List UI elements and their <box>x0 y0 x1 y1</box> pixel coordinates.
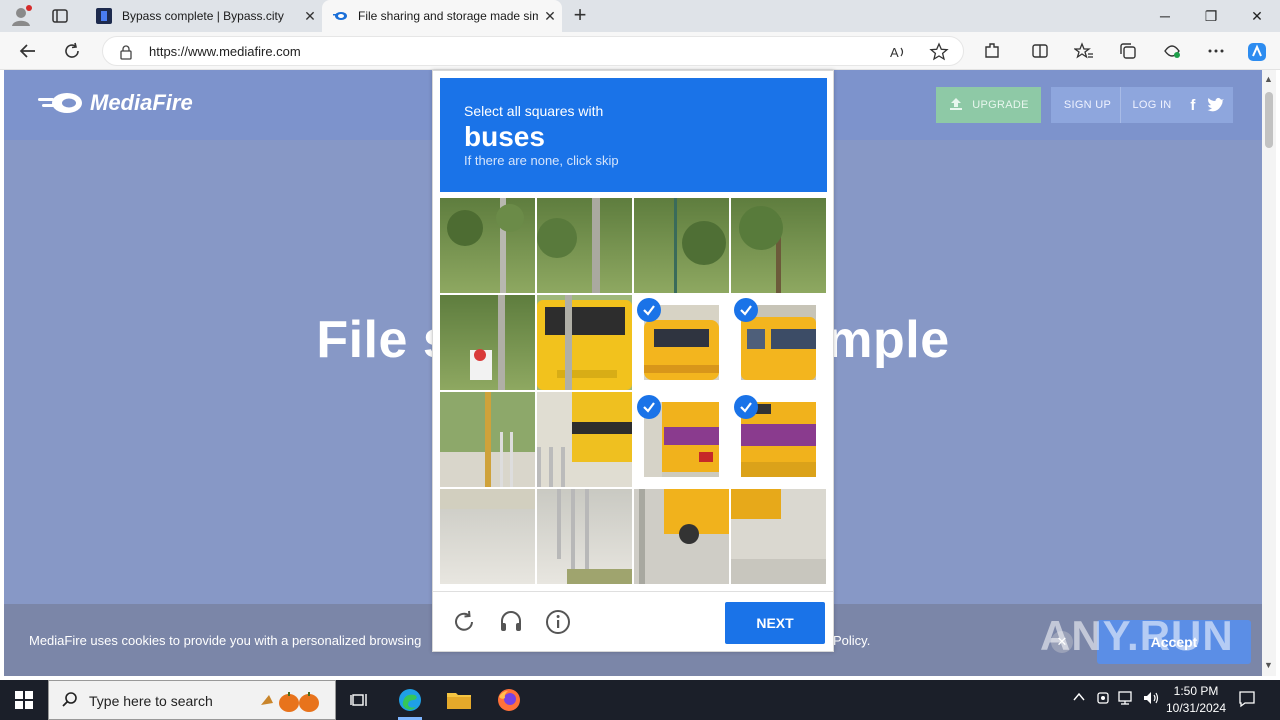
clock-date: 10/31/2024 <box>1165 701 1227 715</box>
bypass-favicon-icon <box>96 8 112 24</box>
watermark: ANY.RUN <box>1040 612 1234 659</box>
taskbar-search[interactable]: Type here to search <box>48 680 336 720</box>
scroll-down-icon[interactable]: ▼ <box>1264 660 1273 670</box>
tab-close-icon[interactable]: ✕ <box>298 8 322 25</box>
captcha-tile-12[interactable] <box>440 489 535 584</box>
captcha-tile-11[interactable] <box>731 392 826 487</box>
refresh-icon[interactable] <box>60 39 84 63</box>
back-icon[interactable] <box>16 39 40 63</box>
svg-text:A: A <box>890 45 899 60</box>
cookie-policy-link[interactable]: Policy. <box>833 633 870 648</box>
captcha-tile-7[interactable] <box>731 295 826 390</box>
selected-check-icon <box>734 298 758 322</box>
upgrade-label: UPGRADE <box>972 99 1029 111</box>
twitter-icon[interactable] <box>1203 96 1229 115</box>
split-screen-icon[interactable] <box>1030 41 1050 61</box>
auth-buttons: SIGN UP LOG IN f <box>1051 87 1233 123</box>
captcha-tile-15[interactable] <box>731 489 826 584</box>
cookie-message: MediaFire uses cookies to provide you wi… <box>29 633 422 648</box>
mediafire-logo[interactable]: MediaFire <box>38 90 193 116</box>
mediafire-favicon-icon <box>332 8 348 24</box>
tray-chevron-icon[interactable] <box>1072 690 1086 707</box>
file-explorer-icon[interactable] <box>439 684 479 716</box>
captcha-tile-0[interactable] <box>440 198 535 293</box>
tab-title: File sharing and storage made simple <box>358 9 538 23</box>
read-aloud-icon[interactable]: A <box>889 42 909 62</box>
tab-close-icon[interactable]: ✕ <box>538 8 562 25</box>
taskbar: Type here to search 1:50 PM 10/31/2024 <box>0 680 1280 720</box>
tab-title: Bypass complete | Bypass.city <box>122 9 284 23</box>
browser-essentials-icon[interactable] <box>1162 41 1182 61</box>
captcha-tile-3[interactable] <box>731 198 826 293</box>
favorite-star-icon[interactable] <box>929 42 949 62</box>
selected-check-icon <box>734 395 758 419</box>
page-scrollbar[interactable]: ▲ ▼ <box>1262 70 1276 676</box>
tab-actions-icon[interactable] <box>50 6 70 26</box>
captcha-tile-1[interactable] <box>537 198 632 293</box>
facebook-icon[interactable]: f <box>1183 97 1203 114</box>
url-text[interactable]: https://www.mediafire.com <box>149 44 301 59</box>
captcha-challenge: Select all squares with buses If there a… <box>432 70 834 652</box>
clock-time: 1:50 PM <box>1173 684 1219 698</box>
captcha-image-grid <box>440 198 827 585</box>
captcha-tile-9[interactable] <box>537 392 632 487</box>
scroll-thumb[interactable] <box>1265 92 1273 148</box>
captcha-footer: NEXT <box>433 591 833 651</box>
system-clock[interactable]: 1:50 PM 10/31/2024 <box>1158 683 1234 717</box>
windows-start-icon[interactable] <box>0 680 48 720</box>
close-window-icon[interactable]: ✕ <box>1234 0 1280 32</box>
address-bar[interactable]: https://www.mediafire.com A <box>102 36 964 66</box>
notification-icon[interactable] <box>1238 690 1256 713</box>
tab-mediafire[interactable]: File sharing and storage made simple ✕ <box>322 0 562 32</box>
captcha-tile-4[interactable] <box>440 295 535 390</box>
captcha-tile-13[interactable] <box>537 489 632 584</box>
favorites-icon[interactable] <box>1073 41 1094 61</box>
captcha-target: buses <box>464 121 545 152</box>
extensions-icon[interactable] <box>982 41 1002 61</box>
upgrade-button[interactable]: UPGRADE <box>936 87 1041 123</box>
captcha-header: Select all squares with buses If there a… <box>440 78 827 192</box>
captcha-tile-14[interactable] <box>634 489 729 584</box>
captcha-instruction: Select all squares with <box>464 103 604 119</box>
audio-icon[interactable] <box>498 609 524 635</box>
browser-toolbar: https://www.mediafire.com A <box>0 32 1280 70</box>
signup-button[interactable]: SIGN UP <box>1055 87 1121 123</box>
login-button[interactable]: LOG IN <box>1121 87 1183 123</box>
selected-check-icon <box>637 395 661 419</box>
tab-strip: Bypass complete | Bypass.city ✕ File sha… <box>0 0 1280 32</box>
next-button[interactable]: NEXT <box>725 602 825 644</box>
device-icon[interactable] <box>1096 690 1110 709</box>
captcha-hint: If there are none, click skip <box>464 153 619 168</box>
selected-check-icon <box>637 298 661 322</box>
captcha-tile-2[interactable] <box>634 198 729 293</box>
restore-icon[interactable]: ❐ <box>1188 0 1234 32</box>
more-options-icon[interactable] <box>1206 41 1226 61</box>
mediafire-flame-icon <box>38 93 82 113</box>
captcha-tile-5[interactable] <box>537 295 632 390</box>
info-icon[interactable] <box>545 609 571 635</box>
network-icon[interactable] <box>1118 690 1136 709</box>
profile-icon[interactable] <box>10 5 32 27</box>
tab-bypass[interactable]: Bypass complete | Bypass.city ✕ <box>86 0 322 32</box>
refresh-icon[interactable] <box>451 609 477 635</box>
edge-taskbar-icon[interactable] <box>390 684 430 720</box>
new-tab-button[interactable]: + <box>568 4 592 28</box>
brand-name: MediaFire <box>90 90 193 115</box>
firefox-icon[interactable] <box>489 684 529 716</box>
captcha-tile-10[interactable] <box>634 392 729 487</box>
captcha-tile-6[interactable] <box>634 295 729 390</box>
search-placeholder: Type here to search <box>89 693 213 709</box>
upgrade-icon <box>948 96 964 115</box>
collections-icon[interactable] <box>1118 41 1138 61</box>
copilot-icon[interactable] <box>1246 41 1266 61</box>
captcha-tile-8[interactable] <box>440 392 535 487</box>
task-view-icon[interactable] <box>340 684 380 716</box>
lock-icon[interactable] <box>119 44 133 65</box>
search-icon <box>61 691 79 714</box>
scroll-up-icon[interactable]: ▲ <box>1264 74 1273 84</box>
minimize-icon[interactable]: ─ <box>1142 0 1188 32</box>
